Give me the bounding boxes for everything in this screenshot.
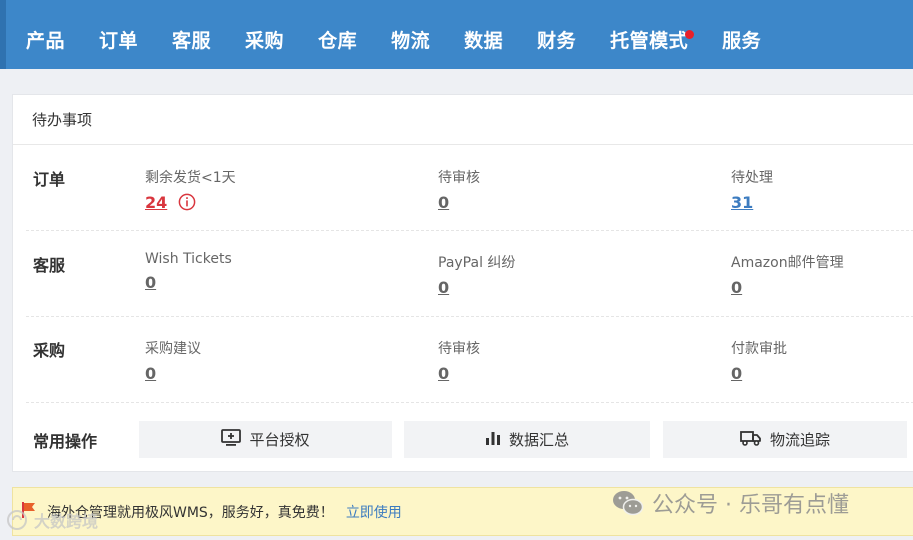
button-label: 物流追踪: [769, 431, 830, 449]
todo-cell: 待审核 0: [438, 167, 480, 212]
common-ops-label: 常用操作: [33, 432, 98, 451]
cell-label: 付款审批: [731, 341, 787, 357]
nav-label: 订单: [99, 30, 139, 52]
nav-item-purchasing[interactable]: 采购: [245, 6, 284, 63]
nav-edge: [0, 0, 6, 69]
todo-row-customer-service: 客服 Wish Tickets 0 PayPal 纠纷 0 Amazon邮件管理…: [26, 231, 913, 317]
cell-label: PayPal 纠纷: [438, 255, 516, 271]
brand-watermark: 大数跨境: [6, 508, 98, 532]
cell-label: 待处理: [731, 170, 773, 186]
cell-value-link[interactable]: 0: [438, 278, 449, 297]
cell-label: 待审核: [438, 170, 480, 186]
button-label: 平台授权: [249, 431, 310, 449]
todo-cell: 剩余发货<1天 24: [145, 167, 236, 215]
cell-value-link[interactable]: 0: [438, 364, 449, 383]
nav-label: 物流: [391, 30, 431, 52]
cell-label: 待审核: [438, 341, 480, 357]
cell-value-link[interactable]: 24: [145, 193, 167, 212]
todo-cell: Wish Tickets 0: [145, 251, 232, 292]
row-label: 订单: [33, 170, 66, 189]
wechat-icon: [613, 491, 644, 516]
nav-label: 财务: [537, 30, 577, 52]
nav-item-warehouse[interactable]: 仓库: [318, 6, 357, 63]
cell-value-link[interactable]: 0: [438, 193, 449, 212]
nav-items: 产品 订单 客服 采购 仓库 物流 数据 财务 托管模式 服务: [26, 0, 795, 69]
watermark-text: 大数跨境: [34, 512, 99, 531]
nav-item-data[interactable]: 数据: [464, 6, 503, 63]
cell-value-link[interactable]: 31: [731, 193, 753, 212]
todo-row-purchasing: 采购 采购建议 0 待审核 0 付款审批 0: [26, 317, 913, 403]
todo-cell: 待审核 0: [438, 338, 480, 383]
nav-label: 客服: [172, 30, 212, 52]
cell-label: 剩余发货<1天: [145, 170, 236, 186]
todo-cell: Amazon邮件管理 0: [731, 252, 844, 297]
row-label: 采购: [33, 341, 66, 360]
cell-value-link[interactable]: 0: [731, 278, 742, 297]
data-summary-button[interactable]: 数据汇总: [404, 421, 650, 458]
nav-item-services[interactable]: 服务: [722, 6, 761, 63]
cell-value-link[interactable]: 0: [145, 273, 156, 292]
nav-label: 服务: [722, 30, 762, 52]
todo-cell: PayPal 纠纷 0: [438, 252, 515, 297]
button-label: 数据汇总: [508, 431, 569, 449]
nav-item-products[interactable]: 产品: [26, 6, 65, 63]
row-label: 客服: [33, 256, 66, 275]
logistics-tracking-button[interactable]: 物流追踪: [663, 421, 907, 458]
nav-label: 采购: [245, 30, 285, 52]
cell-value-link[interactable]: 0: [145, 364, 156, 383]
nav-item-hosting-mode[interactable]: 托管模式: [610, 6, 695, 63]
cell-label: Amazon邮件管理: [731, 255, 844, 271]
cell-label: Wish Tickets: [145, 251, 232, 267]
nav-item-logistics[interactable]: 物流: [391, 6, 430, 63]
brand-logo-icon: [7, 510, 27, 530]
watermark-text: 公众号 · 乐哥有点懂: [652, 493, 849, 518]
nav-label: 仓库: [318, 30, 358, 52]
bar-chart-icon: [485, 430, 509, 450]
wechat-watermark: 公众号 · 乐哥有点懂: [612, 488, 849, 518]
todo-cell: 采购建议 0: [145, 338, 201, 383]
todo-row-orders: 订单 剩余发货<1天 24 待审核 0 待处理 31: [26, 147, 913, 231]
cell-value-link[interactable]: 0: [731, 364, 742, 383]
platform-auth-button[interactable]: 平台授权: [139, 421, 392, 458]
nav-label: 托管模式: [610, 30, 689, 52]
nav-item-finance[interactable]: 财务: [537, 6, 576, 63]
todo-card: 待办事项 订单 剩余发货<1天 24 待审核 0 待处理 31 客服 Wish …: [12, 94, 913, 472]
nav-label: 产品: [26, 30, 66, 52]
nav-item-customer-service[interactable]: 客服: [172, 6, 211, 63]
info-icon[interactable]: [178, 193, 196, 215]
use-now-link[interactable]: 立即使用: [346, 502, 402, 522]
notification-dot: [685, 30, 695, 39]
monitor-plus-icon: [221, 428, 249, 451]
truck-icon: [740, 430, 770, 450]
cell-label: 采购建议: [145, 341, 201, 357]
todo-cell: 付款审批 0: [731, 338, 787, 383]
todo-title: 待办事项: [13, 95, 913, 145]
nav-item-orders[interactable]: 订单: [99, 6, 138, 63]
nav-label: 数据: [464, 30, 504, 52]
todo-cell: 待处理 31: [731, 167, 773, 212]
top-nav: 产品 订单 客服 采购 仓库 物流 数据 财务 托管模式 服务: [0, 0, 913, 69]
